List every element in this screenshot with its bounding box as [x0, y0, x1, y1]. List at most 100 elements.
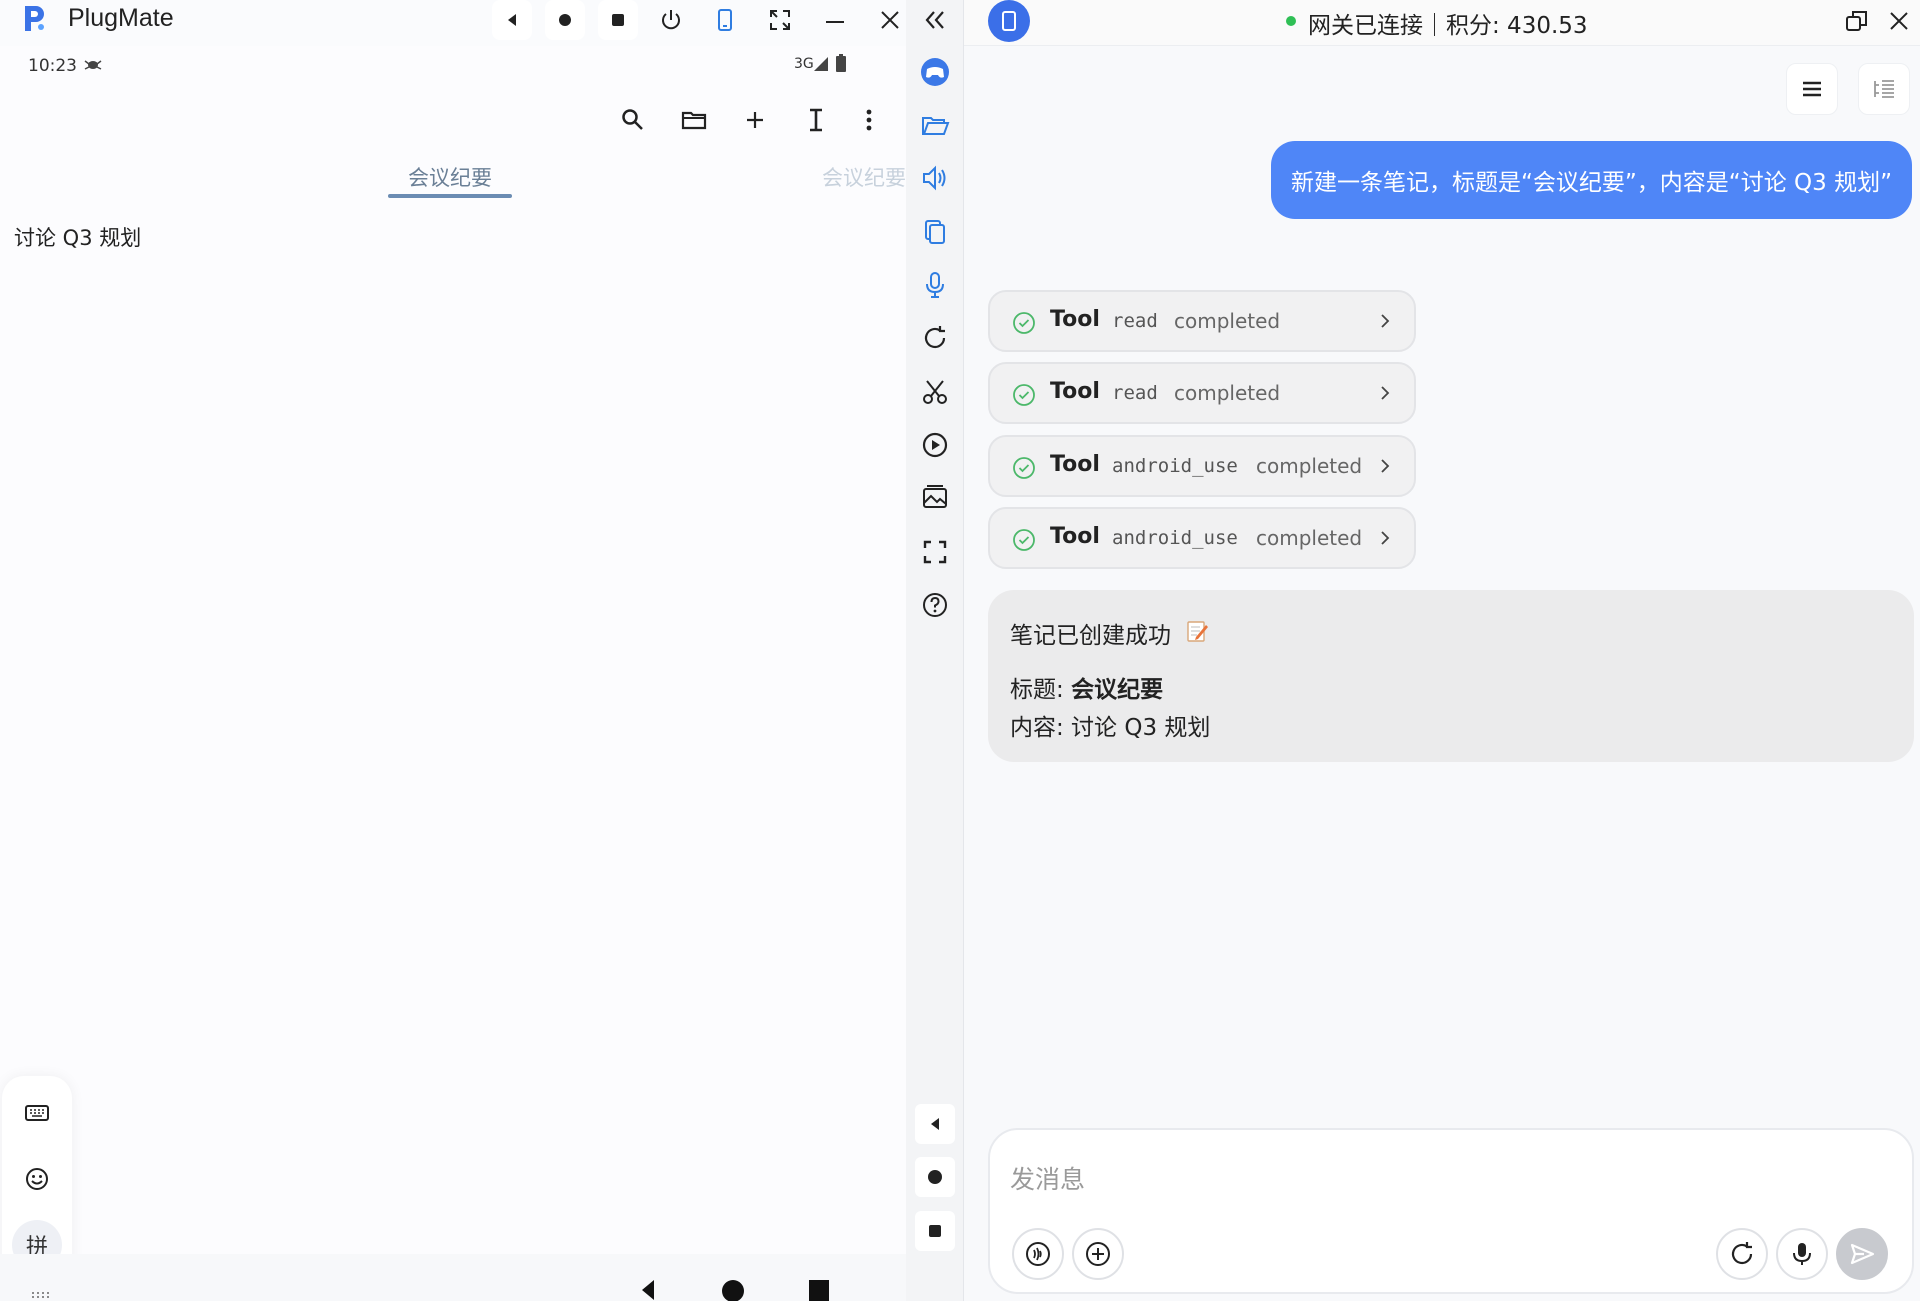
help-button[interactable]: [915, 585, 955, 625]
close-icon: [1890, 12, 1908, 30]
voice-mode-button[interactable]: [1012, 1228, 1064, 1280]
triangle-left-icon: [931, 1118, 939, 1130]
app-title: PlugMate: [68, 4, 174, 32]
tool-strip: [906, 0, 964, 1301]
search-icon: [622, 109, 643, 130]
android-screen[interactable]: 10:23 3G 会议纪要 会议纪要 讨论 Q3 规划 拼: [0, 46, 906, 1301]
attach-button[interactable]: [1072, 1228, 1124, 1280]
check-circle-icon: [1013, 384, 1035, 406]
microphone-icon: [1793, 1243, 1811, 1265]
chat-topbar: 网关已连接｜积分: 430.53: [964, 0, 1920, 46]
regenerate-button[interactable]: [1716, 1228, 1768, 1280]
more-vertical-icon: [866, 109, 872, 131]
phone-icon: [718, 9, 732, 31]
expand-icon: [770, 10, 790, 30]
network-type: 3G: [794, 56, 814, 72]
tool-call-card[interactable]: Tool read completed: [988, 290, 1416, 352]
smile-icon: [26, 1168, 48, 1190]
tool-call-card[interactable]: Tool android_use completed: [988, 435, 1416, 497]
screen-frame-button[interactable]: [915, 532, 955, 572]
fullscreen-button[interactable]: [760, 0, 800, 40]
frame-corners-icon: [923, 540, 947, 564]
check-circle-icon: [1013, 457, 1035, 479]
collapse-strip-button[interactable]: [915, 0, 955, 40]
microphone-button[interactable]: [915, 265, 955, 305]
ime-keyboard-button[interactable]: [12, 1088, 62, 1138]
minus-icon: [826, 21, 844, 23]
note-search-button[interactable]: [611, 98, 655, 142]
help-circle-icon: [923, 593, 947, 617]
back-button[interactable]: [492, 0, 532, 40]
folder-icon: [681, 111, 707, 130]
text-format-button[interactable]: [794, 98, 838, 142]
tool-label: Tool: [1050, 307, 1100, 332]
chat-close-button[interactable]: [1882, 4, 1916, 38]
gamepad-icon: [921, 58, 949, 86]
strip-recents-button[interactable]: [915, 1211, 955, 1251]
gallery-button[interactable]: [915, 478, 955, 518]
triangle-left-icon: [508, 14, 516, 26]
power-button[interactable]: [651, 0, 691, 40]
tool-name: android_use: [1112, 455, 1238, 477]
volume-button[interactable]: [915, 158, 955, 198]
record-play-button[interactable]: [915, 425, 955, 465]
tab-note-active[interactable]: 会议纪要: [388, 162, 512, 192]
clipboard-button[interactable]: [915, 212, 955, 252]
plus-icon: [747, 112, 763, 128]
close-button[interactable]: [870, 0, 910, 40]
close-icon: [881, 11, 899, 29]
chevron-right-icon: [1381, 459, 1390, 473]
send-button[interactable]: [1836, 1228, 1888, 1280]
check-circle-icon: [1013, 529, 1035, 551]
file-manager-button[interactable]: [915, 105, 955, 145]
chevron-right-icon: [1381, 531, 1390, 545]
power-icon: [662, 10, 680, 30]
new-note-button[interactable]: [733, 98, 777, 142]
menu-button[interactable]: [1786, 63, 1838, 115]
nav-back-icon[interactable]: [636, 1276, 658, 1301]
memo-icon: [1187, 621, 1208, 642]
ime-emoji-button[interactable]: [12, 1154, 62, 1204]
nav-home-icon[interactable]: [720, 1276, 746, 1301]
copy-icon: [925, 220, 945, 244]
recents-button[interactable]: [598, 0, 638, 40]
strip-back-button[interactable]: [915, 1104, 955, 1144]
message-composer[interactable]: 发消息: [988, 1128, 1914, 1294]
minimize-button[interactable]: [815, 0, 855, 40]
circle-icon: [559, 14, 571, 26]
battery-icon: [836, 54, 846, 72]
device-window-titlebar: PlugMate: [0, 0, 906, 46]
home-button[interactable]: [545, 0, 585, 40]
gateway-status-dot: [1286, 16, 1296, 26]
tool-call-card[interactable]: Tool read completed: [988, 362, 1416, 424]
chevron-right-icon: [1381, 386, 1390, 400]
popout-window-button[interactable]: [1840, 4, 1874, 38]
user-message-bubble: 新建一条笔记，标题是“会议纪要”，内容是“讨论 Q3 规划”: [1270, 141, 1912, 219]
microphone-icon: [926, 272, 944, 298]
device-app-icon[interactable]: [988, 0, 1030, 42]
screenshot-cut-button[interactable]: [915, 372, 955, 412]
more-options-button[interactable]: [847, 98, 891, 142]
tool-call-card[interactable]: Tool android_use completed: [988, 507, 1416, 569]
message-input[interactable]: 发消息: [1010, 1160, 1085, 1196]
voice-input-button[interactable]: [1776, 1228, 1828, 1280]
gamepad-button[interactable]: [915, 52, 955, 92]
sound-wave-icon: [1026, 1242, 1050, 1266]
refresh-icon: [924, 326, 946, 349]
strip-home-button[interactable]: [915, 1157, 955, 1197]
tool-label: Tool: [1050, 452, 1100, 477]
rotate-device-button[interactable]: [705, 0, 745, 40]
android-nav-bar: [0, 1254, 906, 1301]
nav-recents-icon[interactable]: [807, 1276, 831, 1301]
window-popout-icon: [1846, 11, 1867, 31]
note-body-text[interactable]: 讨论 Q3 规划: [14, 222, 141, 252]
tool-name: android_use: [1112, 527, 1238, 549]
outline-button[interactable]: [1858, 63, 1910, 115]
assistant-title-value: 会议纪要: [1071, 677, 1164, 703]
open-folder-button[interactable]: [672, 98, 716, 142]
keyboard-icon: [25, 1105, 49, 1121]
circle-icon: [928, 1170, 942, 1184]
tab-note-secondary[interactable]: 会议纪要: [822, 162, 906, 192]
folder-open-icon: [922, 117, 950, 135]
refresh-device-button[interactable]: [915, 318, 955, 358]
